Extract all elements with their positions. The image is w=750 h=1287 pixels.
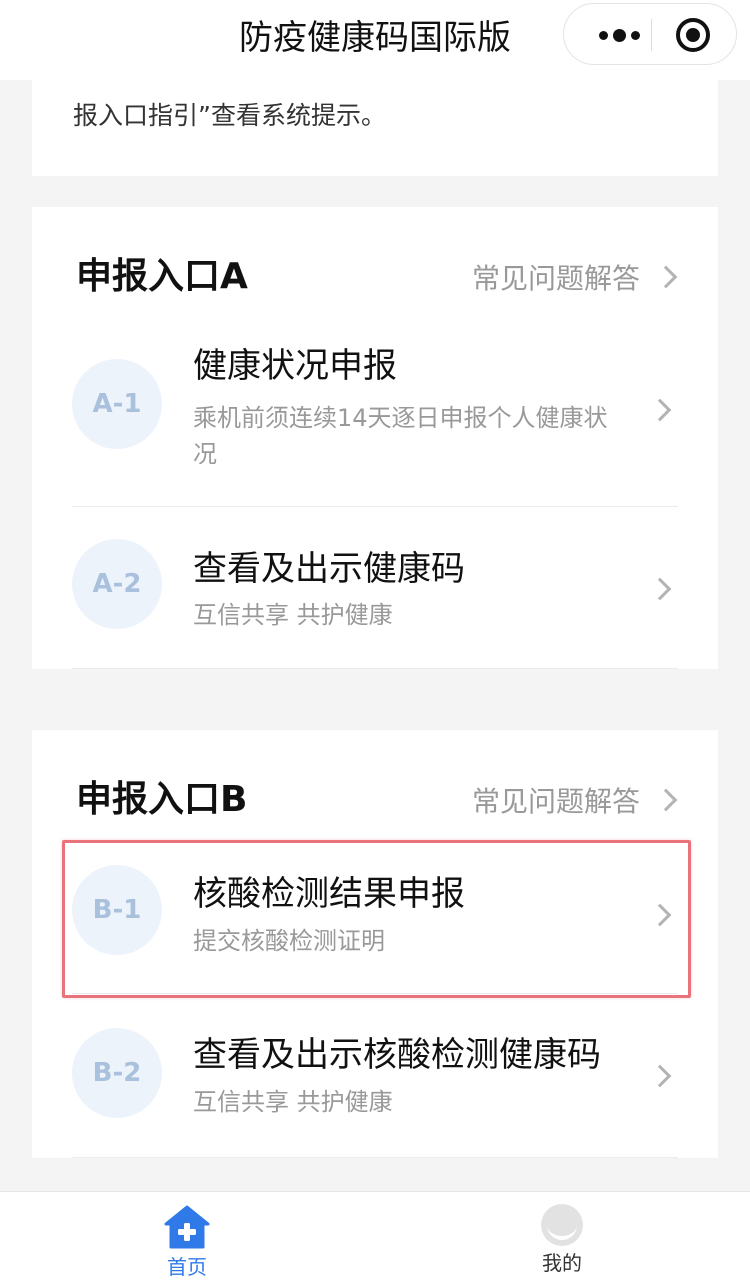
badge-a1: A-1	[72, 359, 162, 449]
row-title: 查看及出示健康码	[193, 549, 465, 589]
chevron-right-icon	[648, 1064, 672, 1088]
section-a-card: 申报入口A 常见问题解答 A-1 健康状况申报 乘机前须连续14天逐日申报个人健…	[32, 207, 718, 669]
tab-bar: 首页 我的	[0, 1191, 750, 1287]
target-circle-icon[interactable]	[676, 18, 710, 52]
home-plus-icon	[164, 1205, 210, 1249]
profile-icon	[541, 1204, 583, 1246]
navigation-bar: 防疫健康码国际版	[0, 0, 750, 80]
capsule-divider	[651, 19, 652, 51]
faq-label: 常见问题解答	[471, 262, 640, 295]
mini-program-capsule	[563, 3, 737, 65]
chevron-right-icon	[654, 265, 678, 289]
badge-b2: B-2	[72, 1028, 162, 1118]
row-subtitle: 乘机前须连续14天逐日申报个人健康状况	[193, 404, 608, 468]
more-dots-icon[interactable]	[588, 4, 650, 66]
tab-label: 首页	[167, 1255, 207, 1279]
divider	[72, 668, 678, 669]
list-item-a2[interactable]: A-2 查看及出示健康码 互信共享 共护健康	[32, 507, 718, 668]
tab-label: 我的	[542, 1251, 582, 1275]
section-a-title: 申报入口A	[76, 256, 248, 297]
chevron-right-icon	[648, 398, 672, 422]
row-title: 查看及出示核酸检测健康码	[193, 1035, 601, 1075]
badge-a2: A-2	[72, 539, 162, 629]
chevron-right-icon	[654, 788, 678, 812]
list-item-b2[interactable]: B-2 查看及出示核酸检测健康码 互信共享 共护健康	[32, 994, 718, 1157]
notice-card: 报入口指引”查看系统提示。	[32, 80, 718, 176]
chevron-right-icon	[648, 577, 672, 601]
section-a-faq-link[interactable]: 常见问题解答	[471, 255, 678, 299]
row-title: 健康状况申报	[193, 346, 397, 386]
divider	[72, 1157, 678, 1158]
tab-home[interactable]: 首页	[127, 1204, 247, 1280]
notice-text: 报入口指引”查看系统提示。	[73, 101, 386, 130]
highlight-box	[62, 840, 691, 998]
row-subtitle: 互信共享 共护健康	[193, 1088, 393, 1116]
row-subtitle: 互信共享 共护健康	[193, 601, 393, 629]
section-b-title: 申报入口B	[76, 779, 248, 820]
list-item-a1[interactable]: A-1 健康状况申报 乘机前须连续14天逐日申报个人健康状况	[32, 341, 718, 507]
section-b-faq-link[interactable]: 常见问题解答	[471, 778, 678, 822]
tab-me[interactable]: 我的	[502, 1204, 622, 1276]
page: 防疫健康码国际版 报入口指引”查看系统提示。 申报入口A 常见问题解答 A-1 …	[0, 0, 750, 1287]
faq-label: 常见问题解答	[471, 785, 640, 818]
